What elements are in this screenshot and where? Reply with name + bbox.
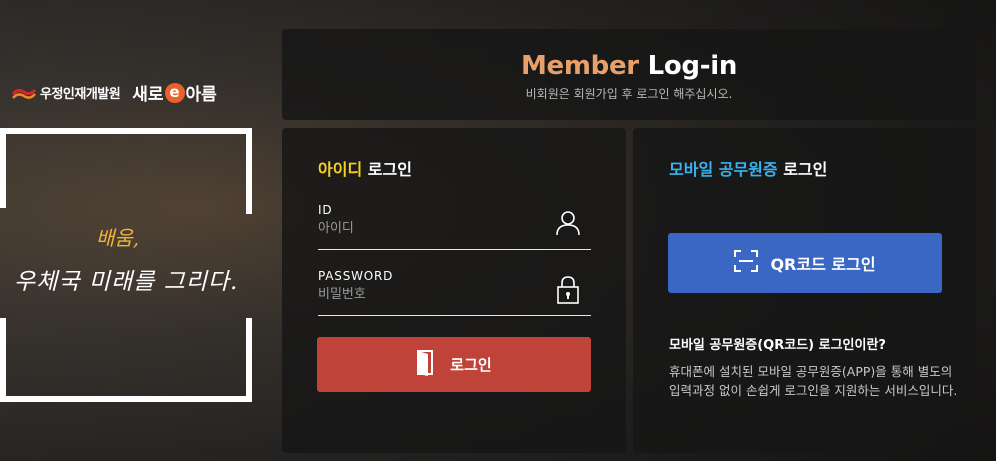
door-icon [416,349,436,380]
mobile-login-panel: 모바일 공무원증 로그인 QR코드 로그인 모바일 공무원증(QR코드) 로그인… [633,128,976,453]
password-input[interactable] [318,287,538,302]
login-button[interactable]: 로그인 [317,337,591,392]
title-rest: Log-in [647,51,738,81]
korea-post-logo [11,86,37,100]
page-subtitle: 비회원은 회원가입 후 로그인 해주십시오. [525,87,733,101]
page-title: Member Log-in [282,51,976,81]
frame-right-top [232,128,252,214]
id-login-panel: 아이디 로그인 ID PASSWORD [282,128,626,453]
qr-login-button[interactable]: QR코드 로그인 [668,233,942,293]
id-label: ID [318,203,333,217]
frame-top-line [0,128,252,134]
title-accent: Member [520,51,639,81]
login-header-panel: Member Log-in 비회원은 회원가입 후 로그인 해주십시오. [282,29,976,120]
qr-info-description: 휴대폰에 설치된 모바일 공무원증(APP)을 통해 별도의 입력과정 없이 손… [669,364,958,398]
lock-icon [555,275,581,304]
mobile-login-title: 모바일 공무원증 로그인 [669,156,827,180]
password-field: PASSWORD [318,269,591,316]
qr-scan-icon [734,250,759,276]
qr-info-title: 모바일 공무원증(QR코드) 로그인이란? [669,338,886,353]
frame-left-top [0,128,6,208]
org-name: 우정인재개발원 [40,87,121,102]
e-mark-icon: e [164,82,185,103]
id-field: ID [318,203,591,250]
service-name: 새로 e 아름 [132,80,217,105]
frame-right-bottom [232,318,252,402]
user-icon [555,209,581,237]
frame-bottom-line [0,396,252,402]
slogan-line-2: 우체국 미래를 그리다. [14,269,239,295]
frame-left-bottom [0,318,16,402]
password-label: PASSWORD [318,269,394,283]
mobile-login-title-accent: 모바일 공무원증 [669,160,778,179]
brand-logo[interactable]: 우정인재개발원 새로 e 아름 [11,80,217,105]
slogan-line-1: 배움, [96,226,140,250]
service-name-pre: 새로 [132,85,164,105]
mobile-login-title-rest: 로그인 [783,160,828,179]
service-name-post: 아름 [185,85,217,105]
login-button-label: 로그인 [450,356,492,374]
id-login-title: 아이디 로그인 [318,156,412,180]
qr-login-button-label: QR코드 로그인 [770,255,876,274]
id-login-title-rest: 로그인 [367,160,412,179]
id-login-title-accent: 아이디 [318,160,363,179]
id-input[interactable] [318,221,538,236]
